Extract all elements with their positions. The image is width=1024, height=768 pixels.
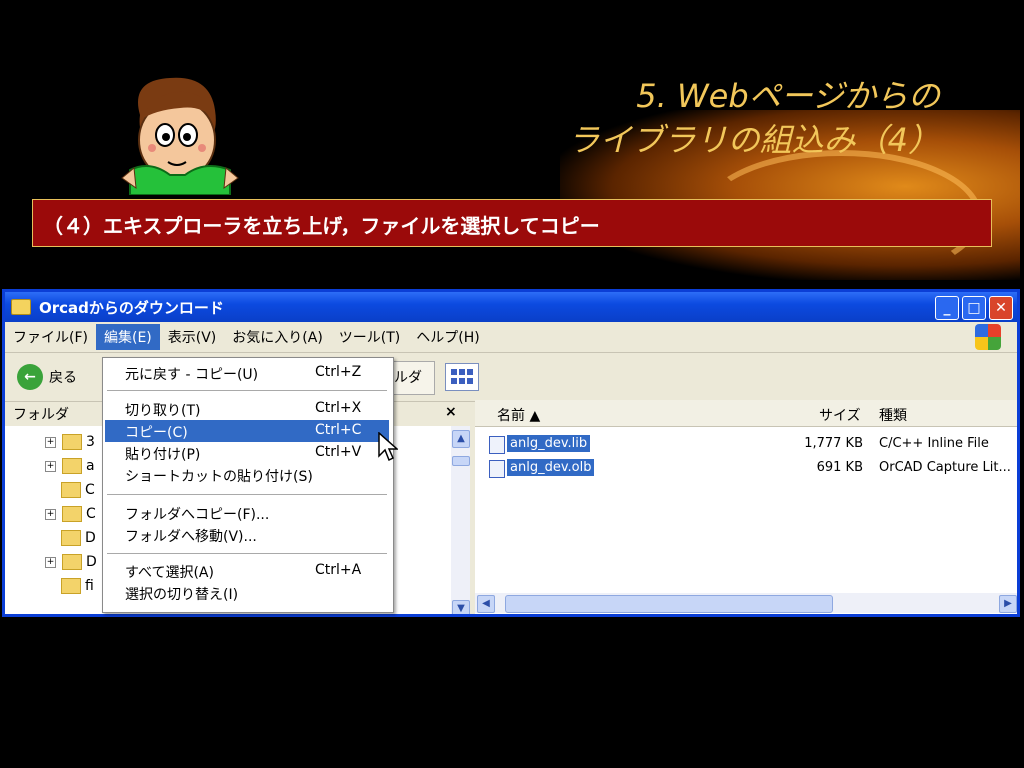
scroll-up-icon[interactable]: ▲: [452, 430, 470, 448]
menu-separator: [107, 494, 387, 495]
mascot-illustration: [121, 77, 239, 195]
column-size[interactable]: サイズ: [819, 405, 861, 425]
mouse-cursor-icon: [378, 432, 398, 462]
back-arrow-icon: ←: [17, 364, 43, 390]
file-icon: [489, 460, 505, 478]
file-list-scrollbar[interactable]: ◀ ▶: [475, 593, 1017, 613]
file-size: 1,777 KB: [804, 436, 863, 451]
menu-item-copy-to-folder[interactable]: フォルダへコピー(F)...: [105, 502, 389, 524]
maximize-button[interactable]: □: [962, 296, 986, 320]
slide-title-line2: ライブラリの組込み（4）: [567, 121, 940, 159]
back-button[interactable]: ← 戻る: [17, 364, 77, 390]
step-banner: （４）エキスプローラを立ち上げ，ファイルを選択してコピー: [32, 199, 992, 247]
tree-item[interactable]: + C: [45, 506, 96, 522]
scroll-down-icon[interactable]: ▼: [452, 600, 470, 614]
slide-title-line1: 5. Webページからの: [636, 77, 940, 115]
file-list: 名前 ▲ サイズ 種類 anlg_dev.lib 1,777 KB C/C++ …: [475, 400, 1017, 614]
file-name: anlg_dev.lib: [507, 435, 591, 452]
tree-item[interactable]: + a: [45, 458, 95, 474]
folder-icon: [11, 299, 31, 315]
close-button[interactable]: ✕: [989, 296, 1013, 320]
edit-menu-dropdown: 元に戻す - コピー(U) Ctrl+Z 切り取り(T) Ctrl+X コピー(…: [102, 357, 394, 613]
file-name: anlg_dev.olb: [507, 459, 595, 476]
minimize-button[interactable]: _: [935, 296, 959, 320]
folder-icon: [62, 554, 82, 570]
column-name[interactable]: 名前 ▲: [497, 405, 540, 425]
folder-icon: [61, 530, 81, 546]
menu-view[interactable]: 表示(V): [160, 324, 225, 350]
folder-icon: [61, 482, 81, 498]
menu-item-undo[interactable]: 元に戻す - コピー(U) Ctrl+Z: [105, 362, 389, 384]
slide-title: 5. Webページからの ライブラリの組込み（4）: [540, 74, 940, 162]
menu-edit[interactable]: 編集(E): [95, 324, 160, 350]
menu-tools[interactable]: ツール(T): [331, 324, 408, 350]
folder-icon: [62, 458, 82, 474]
menu-item-move-to-folder[interactable]: フォルダへ移動(V)...: [105, 524, 389, 546]
menu-file[interactable]: ファイル(F): [5, 324, 96, 350]
menu-item-cut[interactable]: 切り取り(T) Ctrl+X: [105, 398, 389, 420]
tree-item[interactable]: C: [61, 482, 95, 498]
folder-icon: [62, 506, 82, 522]
menu-help[interactable]: ヘルプ(H): [408, 324, 487, 350]
menu-item-paste[interactable]: 貼り付け(P) Ctrl+V: [105, 442, 389, 464]
tree-item[interactable]: D: [61, 530, 96, 546]
window-titlebar[interactable]: Orcadからのダウンロード _ □ ✕: [5, 292, 1017, 322]
menu-item-invert-selection[interactable]: 選択の切り替え(I): [105, 582, 389, 604]
folder-icon: [61, 578, 81, 594]
file-size: 691 KB: [816, 460, 863, 475]
close-folders-pane-button[interactable]: ×: [445, 404, 457, 420]
back-label: 戻る: [49, 370, 77, 386]
column-type[interactable]: 種類: [879, 405, 907, 425]
menu-bar: ファイル(F) 編集(E) 表示(V) お気に入り(A) ツール(T) ヘルプ(…: [5, 322, 1017, 353]
views-icon[interactable]: [445, 363, 479, 391]
menu-separator: [107, 553, 387, 554]
tree-item[interactable]: + D: [45, 554, 97, 570]
menu-favorites[interactable]: お気に入り(A): [224, 324, 331, 350]
file-icon: [489, 436, 505, 454]
file-row[interactable]: anlg_dev.lib 1,777 KB C/C++ Inline File: [475, 434, 1017, 456]
file-list-header: 名前 ▲ サイズ 種類: [475, 400, 1017, 427]
file-type: OrCAD Capture Lit...: [879, 460, 1011, 475]
folder-tree-scrollbar[interactable]: ▲ ▼: [451, 426, 470, 614]
tree-item[interactable]: +3: [45, 434, 95, 450]
scroll-right-icon[interactable]: ▶: [999, 595, 1017, 613]
file-type: C/C++ Inline File: [879, 436, 989, 451]
tree-item[interactable]: fi: [61, 578, 94, 594]
scroll-thumb[interactable]: [452, 456, 470, 466]
menu-item-select-all[interactable]: すべて選択(A) Ctrl+A: [105, 560, 389, 582]
windows-logo-icon: [975, 324, 1001, 350]
folder-icon: [62, 434, 82, 450]
file-row[interactable]: anlg_dev.olb 691 KB OrCAD Capture Lit...: [475, 458, 1017, 480]
scroll-thumb[interactable]: [505, 595, 833, 613]
menu-item-copy[interactable]: コピー(C) Ctrl+C: [105, 420, 389, 442]
menu-separator: [107, 390, 387, 391]
menu-item-paste-shortcut[interactable]: ショートカットの貼り付け(S): [105, 464, 389, 486]
step-banner-text: （４）エキスプローラを立ち上げ，ファイルを選択してコピー: [43, 214, 600, 238]
scroll-left-icon[interactable]: ◀: [477, 595, 495, 613]
folders-pane-title: フォルダ: [13, 407, 69, 423]
window-title: Orcadからのダウンロード: [39, 298, 224, 317]
